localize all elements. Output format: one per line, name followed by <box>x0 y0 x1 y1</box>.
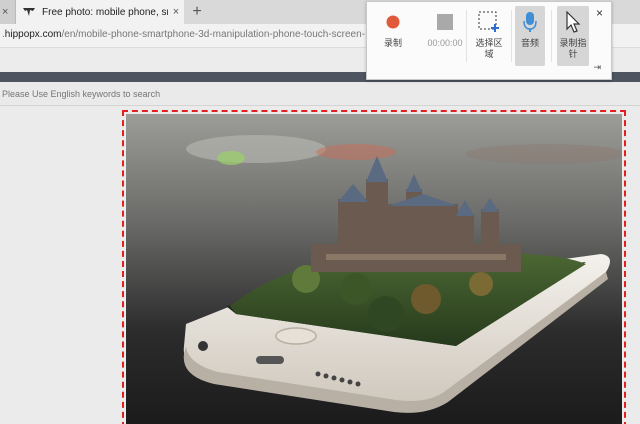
timer-label: 00:00:00 <box>427 38 463 48</box>
pin-icon[interactable]: ⇥ <box>593 62 601 73</box>
microphone-icon <box>515 6 545 38</box>
record-label: 录制 <box>383 38 402 48</box>
site-favicon-icon <box>22 6 36 18</box>
audio-label: 音频 <box>520 38 539 48</box>
record-cursor-button[interactable]: 录制指 针 <box>557 6 589 66</box>
tab-previous[interactable]: × <box>0 0 16 24</box>
tab-title: Free photo: mobile phone, smar <box>42 6 168 18</box>
record-button[interactable]: 录制 <box>371 6 415 66</box>
tab-close-icon[interactable]: × <box>168 6 184 18</box>
select-region-icon <box>467 6 511 38</box>
tab-previous-close-icon[interactable]: × <box>2 6 8 18</box>
select-region-label: 选择区 域 <box>475 38 503 59</box>
screen-recorder-toolbar: 录制 00:00:00 选择区 域 音频 录制指 针 × ⇥ <box>366 1 612 80</box>
url-path: /en/mobile-phone-smartphone-3d-manipulat… <box>61 29 365 40</box>
capture-selection-frame[interactable] <box>122 110 626 424</box>
stop-button[interactable]: 00:00:00 <box>419 6 471 66</box>
stop-icon <box>419 6 471 38</box>
cursor-icon <box>557 6 589 38</box>
url-domain: hippopx.com <box>4 29 62 40</box>
audio-button[interactable]: 音频 <box>515 6 545 66</box>
record-cursor-label: 录制指 针 <box>559 38 587 59</box>
close-icon[interactable]: × <box>596 6 603 20</box>
url-text[interactable]: .hippopx.com/en/mobile-phone-smartphone-… <box>2 29 365 40</box>
tab-active[interactable]: Free photo: mobile phone, smar × <box>16 0 184 24</box>
toolbar-divider <box>511 10 512 62</box>
screen: × Free photo: mobile phone, smar × + .hi… <box>0 0 640 424</box>
search-input[interactable] <box>2 86 362 102</box>
record-icon <box>371 6 415 38</box>
site-search-row <box>0 82 640 106</box>
new-tab-button[interactable]: + <box>188 2 206 22</box>
select-region-button[interactable]: 选择区 域 <box>467 6 511 66</box>
toolbar-divider <box>551 10 552 62</box>
